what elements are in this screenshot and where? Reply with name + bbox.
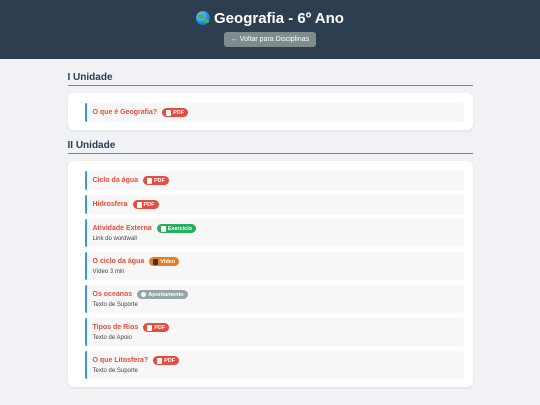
type-badge-label: PDF <box>154 177 166 184</box>
type-badge: PDF <box>132 200 159 209</box>
content-item-header: Os oceanos Apontamento <box>93 290 458 299</box>
unit-card: O que é Geografia? PDF <box>67 93 473 130</box>
content-item-description: Texto de Suporte <box>92 368 138 374</box>
content-item-link[interactable]: Hidrosfera <box>93 201 128 208</box>
content-item-header: Tipos de Rios PDF <box>93 323 458 332</box>
content-item-header: Atividade Externa Exercício <box>93 224 458 233</box>
content-item-header: O que Litosfera? PDF <box>93 356 458 365</box>
unit-title: I Unidade <box>67 72 473 86</box>
document-icon <box>157 357 163 364</box>
content-item-link[interactable]: Ciclo da água <box>93 177 139 184</box>
type-badge-label: PDF <box>154 324 166 331</box>
type-badge-label: Vídeo <box>160 258 176 265</box>
type-badge: Vídeo <box>149 257 180 266</box>
content-item-link[interactable]: O que Litosfera? <box>93 357 149 364</box>
content-item: Os oceanos Apontamento Texto de Suporte <box>84 285 464 313</box>
page-title-text: Geografia - 6º Ano <box>214 10 344 27</box>
document-icon <box>147 324 153 331</box>
content-item: O que é Geografia? PDF <box>84 103 464 122</box>
film-icon <box>153 258 159 265</box>
type-badge-label: Apontamento <box>148 291 184 298</box>
content-item-description: Link do wordwall <box>92 236 137 242</box>
pin-icon <box>141 292 147 297</box>
units-container: I Unidade O que é Geografia? PDF II Unidade… <box>67 59 473 387</box>
unit-card: Ciclo da água PDF Hidrosfera PDF Atividade E… <box>67 161 473 387</box>
type-badge-label: PDF <box>164 357 176 364</box>
unit-title: II Unidade <box>67 140 473 154</box>
type-badge: PDF <box>143 323 170 332</box>
type-badge-label: PDF <box>173 109 185 116</box>
content-item-link[interactable]: Tipos de Rios <box>93 324 139 331</box>
content-item-header: Ciclo da água PDF <box>93 176 458 185</box>
type-badge: PDF <box>143 176 170 185</box>
back-button[interactable]: ← Voltar para Disciplinas <box>223 32 317 47</box>
content-item: Tipos de Rios PDF Texto de Apoio <box>84 318 464 346</box>
type-badge: Exercício <box>156 224 197 233</box>
type-badge: PDF <box>162 108 189 117</box>
content-item-link[interactable]: O que é Geografia? <box>93 109 158 116</box>
content-item: O que Litosfera? PDF Texto de Suporte <box>84 351 464 379</box>
type-badge-label: PDF <box>143 201 155 208</box>
content-item-description: Texto de Suporte <box>92 302 138 308</box>
content-item-description: Texto de Apoio <box>92 335 132 341</box>
document-icon <box>136 201 142 208</box>
content-item: Hidrosfera PDF <box>84 195 464 214</box>
content-item: Ciclo da água PDF <box>84 171 464 190</box>
checklist-icon <box>160 225 166 232</box>
content-item-link[interactable]: Os oceanos <box>93 291 133 298</box>
content-item-header: Hidrosfera PDF <box>93 200 458 209</box>
globe-icon <box>196 11 211 25</box>
content-item-link[interactable]: O ciclo da água <box>93 258 145 265</box>
content-item-link[interactable]: Atividade Externa <box>93 225 152 232</box>
content-item-header: O que é Geografia? PDF <box>93 108 458 117</box>
content-item: Atividade Externa Exercício Link do wordwa… <box>84 219 464 247</box>
document-icon <box>166 109 172 116</box>
type-badge: Apontamento <box>137 290 188 299</box>
content-item-header: O ciclo da água Vídeo <box>93 257 458 266</box>
content-item-description: Vídeo 3 min <box>92 269 125 275</box>
type-badge: PDF <box>153 356 180 365</box>
content-item: O ciclo da água Vídeo Vídeo 3 min <box>84 252 464 280</box>
page-header: Geografia - 6º Ano ← Voltar para Discipl… <box>0 0 540 59</box>
type-badge-label: Exercício <box>167 225 193 232</box>
document-icon <box>147 177 153 184</box>
page-title: Geografia - 6º Ano <box>0 0 540 27</box>
